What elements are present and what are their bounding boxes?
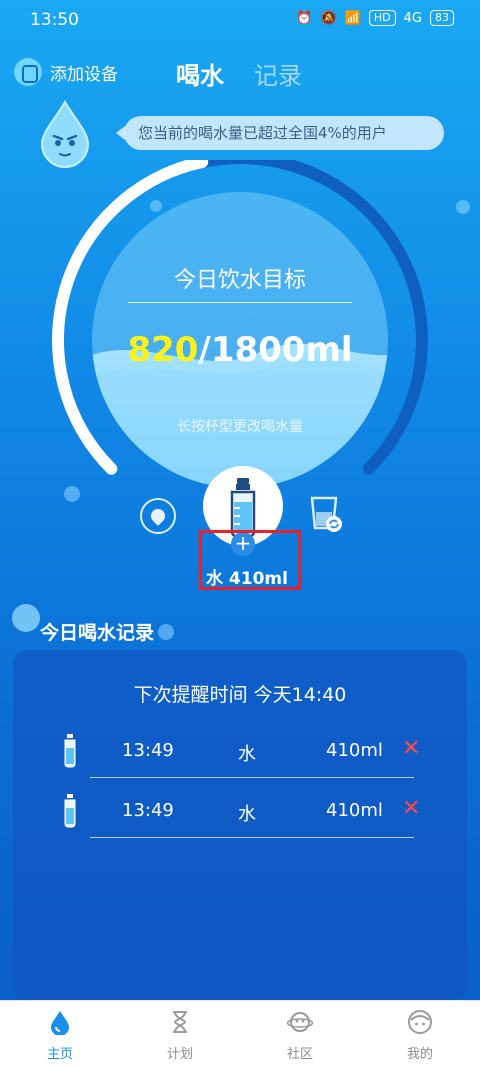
record-amount: 410ml [326,800,383,821]
next-reminder: 下次提醒时间 今天14:40 [133,684,347,706]
record-kind: 水 [238,804,256,825]
planet-icon [286,1012,314,1032]
wifi-icon: 📶 [344,10,361,26]
row-divider [90,837,414,838]
water-drop-mascot-icon [40,100,90,168]
record-row: 13:49 水 410ml ✕ [0,794,480,834]
drop-icon [51,1011,69,1036]
hourglass-icon [173,1011,187,1033]
record-kind: 水 [238,744,256,765]
annotation-highlight-box [199,530,301,590]
delete-record-button[interactable]: ✕ [402,736,420,761]
current-intake: 820 [127,330,199,370]
record-time: 13:49 [122,800,174,821]
decor-bubble [158,624,174,640]
delete-record-button[interactable]: ✕ [402,796,420,821]
status-time: 13:50 [30,10,79,30]
water-type-button[interactable] [140,498,176,534]
goal-divider [128,302,352,303]
record-row: 13:49 水 410ml ✕ [0,734,480,774]
nav-mine[interactable]: 我的 [380,1007,460,1062]
battery-icon: 83 [430,10,454,26]
decor-bubble [12,604,40,632]
watch-icon [14,58,42,86]
ranking-bubble: 您当前的喝水量已超过全国4%的用户 [116,116,444,150]
face-icon [408,1010,432,1034]
bottom-nav: 主页 计划 社区 我的 [0,1000,480,1067]
goal-title: 今日饮水目标 [173,268,306,293]
row-divider [90,777,414,778]
record-amount: 410ml [326,740,383,761]
nav-plan[interactable]: 计划 [140,1007,220,1062]
status-icons: ⏰ 🔕 📶 HD 4G 83 [296,10,454,26]
nav-plan-label: 计划 [166,1047,193,1062]
network-label: 4G [403,10,422,26]
header: 添加设备 喝水 记录 [0,52,480,96]
records-title: 今日喝水记录 [40,622,155,644]
record-time: 13:49 [122,740,174,761]
bottle-icon [64,794,76,828]
mute-icon: 🔕 [320,10,337,26]
switch-cup-button[interactable] [308,494,344,534]
tab-drink[interactable]: 喝水 [176,56,224,91]
hd-icon: HD [368,10,396,26]
nav-mine-label: 我的 [406,1047,433,1062]
cup-hint: 长按杯型更改喝水量 [177,419,303,435]
alarm-icon: ⏰ [296,10,313,26]
status-bar: 13:50 ⏰ 🔕 📶 HD 4G 83 [0,0,480,40]
goal-value: 820/1800ml [0,330,480,370]
nav-home-label: 主页 [46,1047,73,1062]
nav-community[interactable]: 社区 [260,1007,340,1062]
tab-record[interactable]: 记录 [254,56,302,91]
add-device-label: 添加设备 [50,64,118,85]
bottle-icon [64,734,76,768]
add-device-button[interactable]: 添加设备 [14,58,118,86]
nav-community-label: 社区 [286,1047,313,1062]
nav-home[interactable]: 主页 [20,1007,100,1062]
target-intake: /1800ml [198,330,353,370]
